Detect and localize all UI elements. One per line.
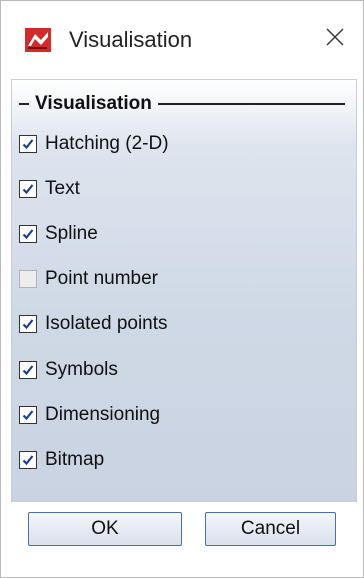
checkmark-icon: [22, 455, 34, 466]
cancel-button[interactable]: Cancel: [205, 512, 336, 546]
checkbox-checked[interactable]: [19, 180, 37, 198]
checkmark-icon: [22, 139, 34, 150]
checkbox-checked[interactable]: [19, 225, 37, 243]
option-label: Spline: [45, 223, 98, 244]
checkbox-checked[interactable]: [19, 361, 37, 379]
option-row[interactable]: Dimensioning: [19, 401, 160, 429]
group-dash: [19, 103, 29, 105]
visualisation-dialog: Visualisation Visualisation Hatching (2-…: [0, 0, 364, 578]
ok-button[interactable]: OK: [28, 512, 182, 546]
checkbox-checked[interactable]: [19, 406, 37, 424]
checkmark-icon: [22, 410, 34, 421]
option-label: Bitmap: [45, 449, 105, 470]
window-title: Visualisation: [69, 27, 193, 52]
option-row[interactable]: Spline: [19, 220, 98, 248]
option-label: Dimensioning: [45, 404, 161, 425]
option-label: Point number: [45, 268, 159, 289]
checkbox-checked[interactable]: [19, 315, 37, 333]
option-label: Hatching (2-D): [45, 133, 169, 154]
option-label: Isolated points: [45, 313, 168, 334]
option-row[interactable]: Isolated points: [19, 310, 168, 338]
option-label: Symbols: [45, 359, 118, 380]
checkbox-checked[interactable]: [19, 451, 37, 469]
title-bar: Visualisation: [1, 1, 363, 77]
checkbox-checked[interactable]: [19, 135, 37, 153]
checkmark-icon: [22, 365, 34, 376]
option-row[interactable]: Symbols: [19, 356, 118, 384]
group-divider: [157, 103, 345, 105]
checkmark-icon: [22, 319, 34, 330]
option-row[interactable]: Text: [19, 175, 80, 203]
close-button[interactable]: [317, 21, 353, 57]
option-row[interactable]: Hatching (2-D): [19, 130, 169, 158]
close-icon: [325, 27, 345, 52]
option-row[interactable]: Point number: [19, 265, 158, 293]
group-title: Visualisation: [35, 93, 152, 114]
checkbox-unchecked[interactable]: [19, 270, 37, 288]
hicad-app-icon: [25, 28, 51, 52]
checkmark-icon: [22, 229, 34, 240]
option-label: Text: [45, 178, 80, 199]
option-row[interactable]: Bitmap: [19, 446, 104, 474]
checkmark-icon: [22, 184, 34, 195]
group-header: Visualisation: [19, 91, 353, 117]
